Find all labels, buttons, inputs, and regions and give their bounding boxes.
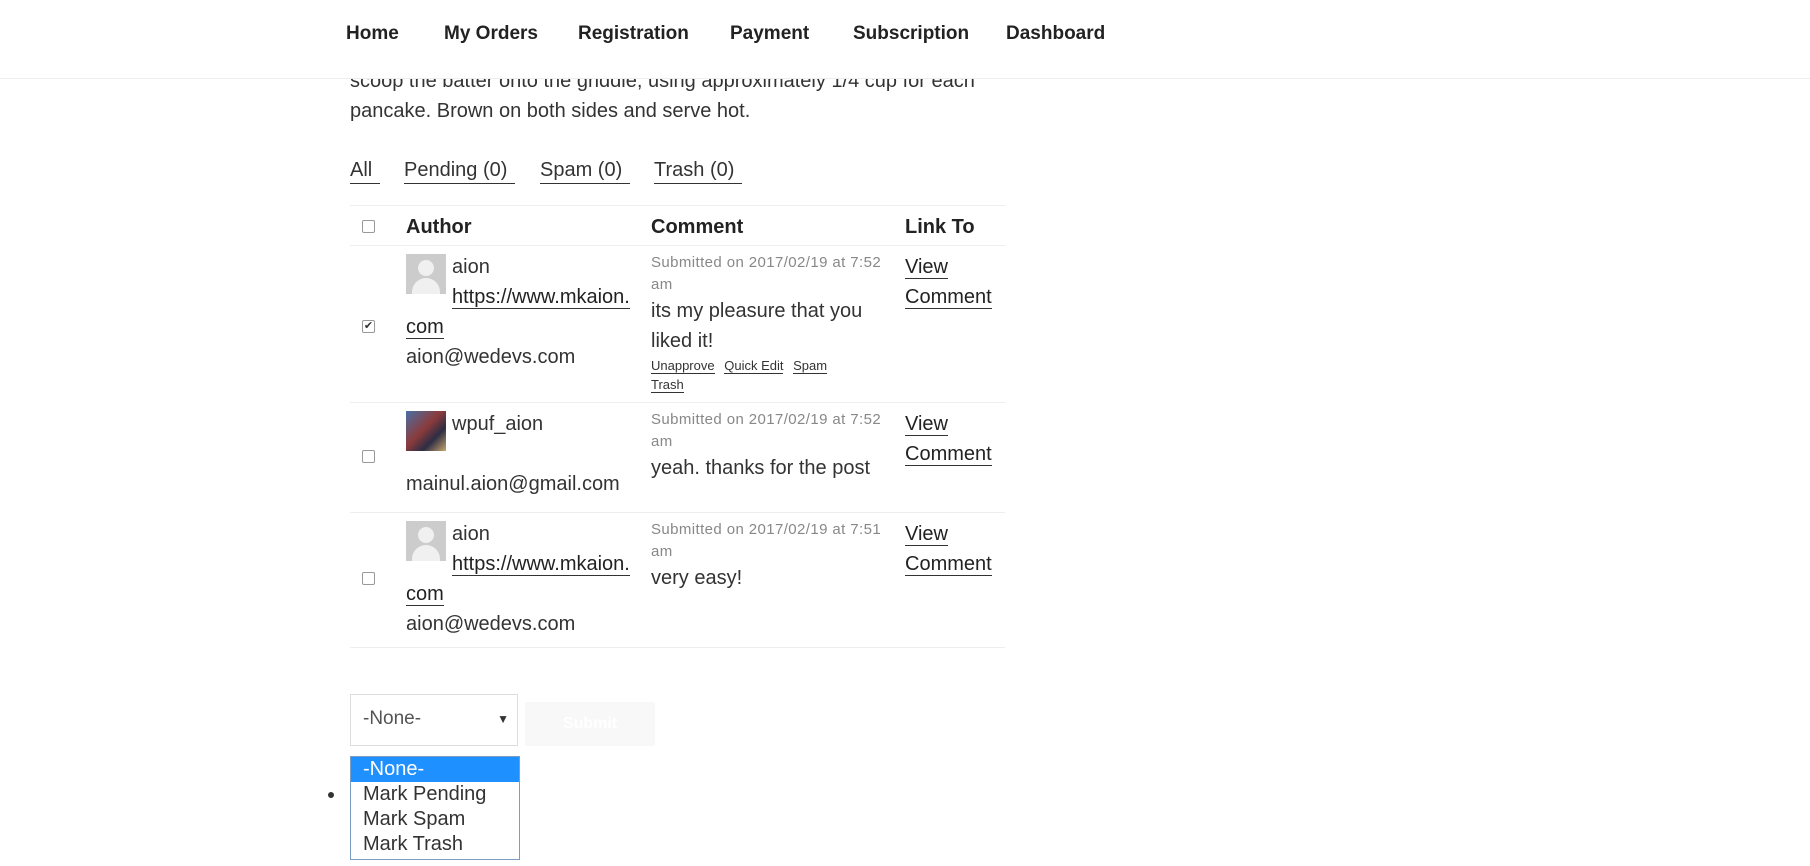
select-all-cell (350, 205, 406, 246)
author-name: aion (452, 523, 490, 545)
nav-item-dashboard[interactable]: Dashboard (1006, 23, 1105, 45)
row-checkbox-cell: ✔ (350, 245, 406, 403)
comment-text: yeah. thanks for the post (651, 457, 871, 479)
comment-cell: Submitted on 2017/02/19 at 7:52 am yeah.… (651, 402, 905, 513)
table-row: ✔ aion https://www.mkaion.com aion@wedev… (350, 245, 1005, 403)
filter-all[interactable]: All (350, 157, 381, 184)
author-header: Author (406, 205, 651, 246)
submitted-date: Submitted on 2017/02/19 at 7:52 am (651, 411, 882, 450)
author-email: aion@wedevs.com (406, 346, 576, 368)
unapprove-link[interactable]: Unapprove (651, 358, 715, 374)
author-cell: aion https://www.mkaion.com aion@wedevs.… (406, 512, 651, 648)
author-email: mainul.aion@gmail.com (406, 473, 620, 495)
nav-item-registration[interactable]: Registration (578, 23, 689, 45)
bulk-action-selected: -None- (363, 708, 422, 729)
select-all-checkbox[interactable] (362, 220, 375, 233)
top-navigation: Home My Orders Registration Payment Subs… (0, 0, 1810, 79)
row-checkbox-cell (350, 402, 406, 513)
author-cell: aion https://www.mkaion.com aion@wedevs.… (406, 245, 651, 403)
nav-item-home[interactable]: Home (346, 23, 399, 45)
view-comment-link[interactable]: View Comment (905, 256, 992, 309)
row-checkbox-cell (350, 512, 406, 648)
bulk-action-options: -None- Mark Pending Mark Spam Mark Trash (350, 756, 520, 860)
quick-edit-link[interactable]: Quick Edit (724, 358, 784, 374)
comment-text: its my pleasure that you liked it! (651, 300, 863, 352)
comments-table: Author Comment Link To ✔ aion https://ww… (350, 205, 1005, 648)
row-actions: Unapprove Quick Edit Spam Trash (651, 356, 891, 394)
nav-item-payment[interactable]: Payment (730, 23, 809, 45)
comment-text: very easy! (651, 567, 743, 589)
author-email: aion@wedevs.com (406, 613, 576, 635)
default-avatar-icon (406, 254, 446, 294)
option-mark-spam[interactable]: Mark Spam (351, 807, 519, 832)
comment-cell: Submitted on 2017/02/19 at 7:51 am very … (651, 512, 905, 648)
link-cell: View Comment (905, 245, 1005, 403)
trash-link[interactable]: Trash (651, 377, 684, 393)
nav-item-subscription[interactable]: Subscription (853, 23, 969, 45)
table-row: aion https://www.mkaion.com aion@wedevs.… (350, 512, 1005, 648)
bulk-action-select[interactable]: -None- ▼ (350, 694, 518, 746)
submitted-date: Submitted on 2017/02/19 at 7:52 am (651, 254, 882, 293)
link-cell: View Comment (905, 512, 1005, 648)
filter-trash[interactable]: Trash (0) (654, 157, 743, 184)
submitted-date: Submitted on 2017/02/19 at 7:51 am (651, 521, 882, 560)
filter-spam[interactable]: Spam (0) (540, 157, 631, 184)
table-row: wpuf_aion mainul.aion@gmail.com Submitte… (350, 402, 1005, 513)
link-header: Link To (905, 205, 1005, 246)
user-photo-avatar (406, 411, 446, 451)
author-name: wpuf_aion (452, 413, 544, 435)
submit-button[interactable]: Submit (525, 702, 655, 746)
view-comment-link[interactable]: View Comment (905, 523, 992, 576)
list-bullet (328, 792, 334, 798)
option-mark-trash[interactable]: Mark Trash (351, 832, 519, 857)
option-none[interactable]: -None- (351, 757, 519, 782)
table-header-row: Author Comment Link To (350, 205, 1005, 246)
row-checkbox[interactable] (362, 572, 375, 585)
spam-link[interactable]: Spam (793, 358, 828, 374)
view-comment-link[interactable]: View Comment (905, 413, 992, 466)
comment-cell: Submitted on 2017/02/19 at 7:52 am its m… (651, 245, 905, 403)
nav-item-my-orders[interactable]: My Orders (444, 23, 538, 45)
option-mark-pending[interactable]: Mark Pending (351, 782, 519, 807)
link-cell: View Comment (905, 402, 1005, 513)
author-name: aion (452, 256, 490, 278)
default-avatar-icon (406, 521, 446, 561)
filter-pending[interactable]: Pending (0) (404, 157, 516, 184)
row-checkbox[interactable] (362, 449, 375, 463)
dropdown-arrow-icon: ▼ (497, 712, 509, 726)
comment-header: Comment (651, 205, 905, 246)
author-cell: wpuf_aion mainul.aion@gmail.com (406, 402, 651, 513)
row-checkbox[interactable]: ✔ (362, 320, 375, 333)
